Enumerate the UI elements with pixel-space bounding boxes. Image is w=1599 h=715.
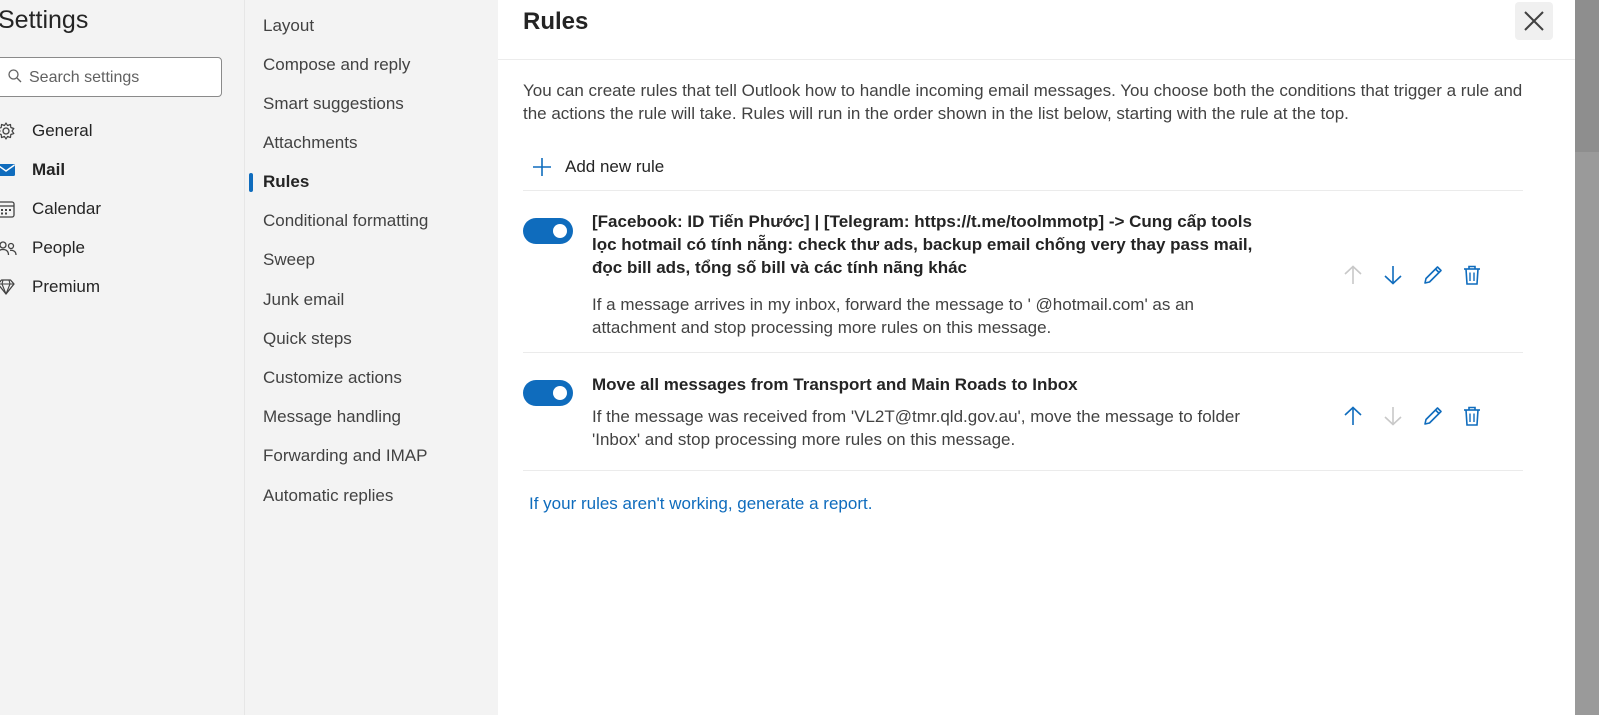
category-mail[interactable]: Mail xyxy=(0,155,240,185)
rule-enabled-toggle[interactable] xyxy=(523,380,573,406)
edit-rule-button[interactable] xyxy=(1419,402,1447,430)
page-title: Rules xyxy=(523,8,589,35)
nav-message-handling[interactable]: Message handling xyxy=(245,401,495,433)
nav-rules[interactable]: Rules xyxy=(245,166,495,198)
category-label: Premium xyxy=(32,277,101,296)
search-box[interactable] xyxy=(0,57,222,97)
search-input[interactable] xyxy=(29,66,209,90)
rule-name: Move all messages from Transport and Mai… xyxy=(592,375,1078,394)
add-new-rule-button[interactable]: Add new rule xyxy=(531,152,664,182)
category-calendar[interactable]: Calendar xyxy=(0,194,240,224)
nav-smart-suggestions[interactable]: Smart suggestions xyxy=(245,88,495,120)
category-general[interactable]: General xyxy=(0,116,240,146)
category-label: General xyxy=(32,121,93,140)
nav-customize-actions[interactable]: Customize actions xyxy=(245,362,495,394)
close-button[interactable] xyxy=(1515,2,1553,40)
nav-label: Attachments xyxy=(263,133,358,152)
rules-panel: Rules You can create rules that tell Out… xyxy=(498,0,1575,715)
backdrop-overlay xyxy=(1575,0,1599,715)
rule-description: If a message arrives in my inbox, forwar… xyxy=(592,295,1194,337)
nav-automatic-replies[interactable]: Automatic replies xyxy=(245,480,495,512)
settings-title: Settings xyxy=(0,6,89,34)
nav-label: Layout xyxy=(263,16,315,35)
rule-name: [Facebook: ID Tiến Phước] | [Telegram: h… xyxy=(592,212,1253,277)
nav-label: Sweep xyxy=(263,250,315,269)
toggle-knob xyxy=(553,386,567,400)
nav-label: Conditional formatting xyxy=(263,211,429,230)
move-up-button[interactable] xyxy=(1339,402,1367,430)
nav-label: Quick steps xyxy=(263,329,352,348)
divider xyxy=(523,352,1523,353)
nav-forwarding-and-imap[interactable]: Forwarding and IMAP xyxy=(245,440,495,472)
rule-enabled-toggle[interactable] xyxy=(523,218,573,244)
category-people[interactable]: People xyxy=(0,233,240,263)
category-label: Calendar xyxy=(32,199,101,218)
nav-junk-email[interactable]: Junk email xyxy=(245,284,495,316)
pencil-icon xyxy=(1424,407,1442,425)
trash-icon xyxy=(1464,406,1480,426)
move-up-button[interactable] xyxy=(1339,261,1367,289)
rules-intro: You can create rules that tell Outlook h… xyxy=(523,81,1523,123)
arrow-up-icon xyxy=(1344,265,1362,284)
nav-label: Message handling xyxy=(263,407,401,426)
pencil-icon xyxy=(1424,266,1442,284)
category-label: People xyxy=(32,238,85,257)
delete-rule-button[interactable] xyxy=(1458,261,1486,289)
nav-label: Customize actions xyxy=(263,368,402,387)
active-indicator xyxy=(249,173,253,192)
settings-sidebar: Settings General Mail xyxy=(0,0,244,715)
divider xyxy=(523,190,1523,191)
trash-icon xyxy=(1464,265,1480,285)
nav-label: Automatic replies xyxy=(263,486,394,505)
delete-rule-button[interactable] xyxy=(1458,402,1486,430)
nav-compose-and-reply[interactable]: Compose and reply xyxy=(245,49,495,81)
nav-label: Rules xyxy=(263,172,310,191)
close-icon xyxy=(1524,11,1544,31)
move-down-button[interactable] xyxy=(1379,261,1407,289)
arrow-down-icon xyxy=(1384,407,1402,426)
arrow-up-icon xyxy=(1344,406,1362,425)
gear-icon xyxy=(0,121,20,141)
divider xyxy=(523,470,1523,471)
nav-label: Compose and reply xyxy=(263,55,411,74)
calendar-icon xyxy=(0,199,20,219)
nav-attachments[interactable]: Attachments xyxy=(245,127,495,159)
add-new-rule-label: Add new rule xyxy=(565,157,665,176)
nav-layout[interactable]: Layout xyxy=(245,10,495,42)
nav-conditional-formatting[interactable]: Conditional formatting xyxy=(245,205,495,237)
toggle-knob xyxy=(553,224,567,238)
people-icon xyxy=(0,238,20,258)
nav-label: Smart suggestions xyxy=(263,94,404,113)
nav-label: Forwarding and IMAP xyxy=(263,446,428,465)
mail-icon xyxy=(0,160,20,180)
search-icon xyxy=(8,69,22,83)
diamond-icon xyxy=(0,277,20,297)
generate-report-link[interactable]: If your rules aren't working, generate a… xyxy=(529,494,872,514)
nav-sweep[interactable]: Sweep xyxy=(245,244,495,276)
header-divider xyxy=(498,59,1575,60)
plus-icon xyxy=(533,158,551,176)
edit-rule-button[interactable] xyxy=(1419,261,1447,289)
move-down-button[interactable] xyxy=(1379,402,1407,430)
arrow-down-icon xyxy=(1384,266,1402,285)
nav-label: Junk email xyxy=(263,290,345,309)
nav-quick-steps[interactable]: Quick steps xyxy=(245,323,495,355)
rule-description: If the message was received from 'VL2T@t… xyxy=(592,407,1241,449)
category-label: Mail xyxy=(32,160,66,179)
mail-settings-nav: Layout Compose and reply Smart suggestio… xyxy=(244,0,498,715)
category-premium[interactable]: Premium xyxy=(0,272,240,302)
backdrop-band xyxy=(1575,0,1599,152)
